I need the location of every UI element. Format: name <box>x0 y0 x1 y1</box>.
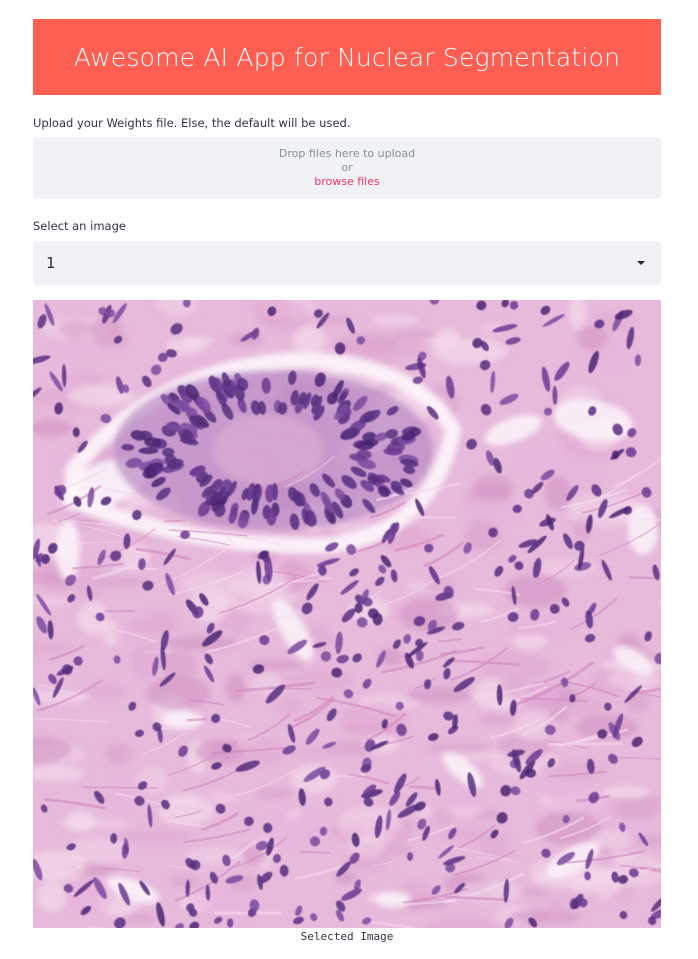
chevron-down-icon <box>637 261 645 265</box>
file-dropzone[interactable]: Drop files here to upload or browse file… <box>33 137 661 199</box>
or-text: or <box>341 161 353 174</box>
app-title-banner: Awesome AI App for Nuclear Segmentation <box>33 19 661 95</box>
histology-image <box>33 300 661 928</box>
image-select-label: Select an image <box>33 219 126 233</box>
drop-files-text: Drop files here to upload <box>278 147 416 160</box>
browse-files-link[interactable]: browse files <box>33 175 661 189</box>
uploader-label: Upload your Weights file. Else, the defa… <box>33 116 351 130</box>
app-title: Awesome AI App for Nuclear Segmentation <box>73 42 621 72</box>
image-caption: Selected Image <box>300 930 394 943</box>
selected-image <box>33 300 661 928</box>
image-select[interactable]: 1 <box>33 241 661 285</box>
image-select-value: 1 <box>46 254 56 272</box>
